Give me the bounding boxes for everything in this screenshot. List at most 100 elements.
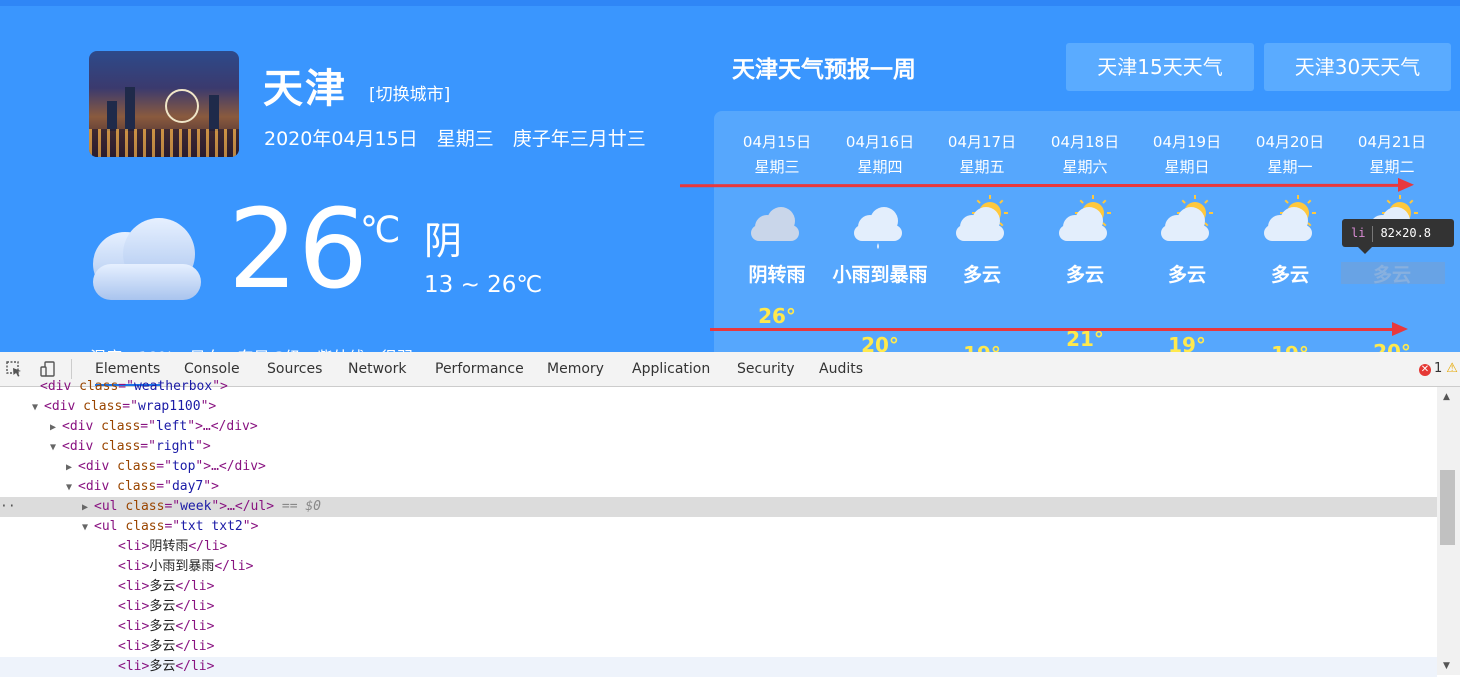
device-toolbar-icon[interactable] <box>40 361 56 377</box>
class-value: right <box>155 439 196 454</box>
forecast-high-temp: 19° <box>1250 342 1330 352</box>
dom-node-row[interactable]: <div class="weatherbox"> <box>0 377 1437 397</box>
forecast-condition: 小雨到暴雨 <box>832 264 928 286</box>
forecast-day: 04月21日 星期二 <box>1342 132 1442 177</box>
li-text: 小雨到暴雨 <box>149 559 215 574</box>
forecast-weekday: 星期五 <box>959 158 1005 176</box>
dom-node-row[interactable]: ▼ <div class="day7"> <box>0 477 1437 497</box>
tag-name: div <box>85 479 110 494</box>
forecast-30-day-button[interactable]: 天津30天天气 <box>1264 43 1451 91</box>
current-temperature: 26 <box>228 185 368 313</box>
error-count: 1 <box>1434 361 1443 376</box>
element-size-tooltip: li 82×20.8 <box>1342 219 1454 254</box>
city-photo <box>89 51 239 157</box>
forecast-high-temp: 19° <box>942 342 1022 352</box>
scrollbar-thumb[interactable] <box>1440 470 1455 545</box>
cloud-rain-icon <box>751 207 799 241</box>
error-counter[interactable]: ✕ 1 ⚠ <box>1419 361 1458 376</box>
dom-node-row[interactable]: <li>小雨到暴雨</li> <box>0 557 1437 577</box>
collapse-toggle-icon[interactable]: ▼ <box>50 438 62 458</box>
dom-node-row[interactable]: <li>多云</li> <box>0 617 1437 637</box>
tag-name: div <box>69 419 94 434</box>
current-condition: 阴 <box>424 219 463 263</box>
ferris-wheel-icon <box>165 89 199 123</box>
class-value: txt txt2 <box>180 519 243 534</box>
forecast-weekday: 星期三 <box>754 158 800 176</box>
tooltip-size: 82×20.8 <box>1380 226 1432 240</box>
class-value: week <box>180 499 212 514</box>
dom-node-row[interactable]: <li>多云</li> <box>0 577 1437 597</box>
tag-name: ul <box>101 519 118 534</box>
dom-node-row[interactable]: <li>阴转雨</li> <box>0 537 1437 557</box>
dom-node-row[interactable]: ▼ <ul class="txt txt2"> <box>0 517 1437 537</box>
forecast-condition: 多云 <box>1270 264 1309 286</box>
annotation-arrow <box>679 183 1401 188</box>
expand-toggle-icon[interactable]: ▶ <box>50 418 62 438</box>
weather-details: 湿度：19% 风向：东风 3级 紫外线：很弱 <box>90 344 413 352</box>
date-line: 2020年04月15日 星期三 庚子年三月廿三 <box>264 128 646 150</box>
forecast-weekday: 星期日 <box>1164 158 1210 176</box>
collapse-toggle-icon[interactable]: ▼ <box>66 478 78 498</box>
class-value: wrap1100 <box>137 399 201 414</box>
forecast-day: 04月19日 星期日 <box>1137 132 1237 177</box>
week-forecast-title: 天津天气预报一周 <box>732 57 916 83</box>
forecast-date: 04月15日 <box>742 133 812 151</box>
tag-name: div <box>69 439 94 454</box>
forecast-weekday: 星期二 <box>1369 158 1415 176</box>
top-bar <box>0 0 1460 6</box>
forecast-high-temp: 20° <box>1373 340 1411 352</box>
forecast-high-temp: 20° <box>861 333 899 352</box>
collapse-toggle-icon[interactable]: ▼ <box>82 518 94 538</box>
tag-name: div <box>85 459 110 474</box>
forecast-day: 04月15日 星期三 <box>727 132 827 177</box>
collapse-toggle-icon[interactable]: ▼ <box>32 398 44 418</box>
forecast-date: 04月16日 <box>845 133 915 151</box>
li-text: 多云 <box>149 659 176 674</box>
partly-cloudy-icon <box>1264 195 1316 241</box>
forecast-weekday: 星期四 <box>857 158 903 176</box>
dom-node-row[interactable]: <li>多云</li> <box>0 637 1437 657</box>
forecast-high-temp: 19° <box>1168 333 1206 352</box>
forecast-date: 04月20日 <box>1255 133 1325 151</box>
dom-node-row[interactable]: ▼ <div class="wrap1100"> <box>0 397 1437 417</box>
dom-node-row[interactable]: ▶ <div class="top">…</div> <box>0 457 1437 477</box>
rain-cloud-icon <box>854 207 902 249</box>
tag-name: ul <box>101 499 118 514</box>
forecast-day: 04月18日 星期六 <box>1035 132 1135 177</box>
dom-node-row[interactable]: ▼ <div class="right"> <box>0 437 1437 457</box>
inspected-element-highlight <box>1341 262 1445 284</box>
city-name: 天津 <box>263 66 347 112</box>
inspect-element-icon[interactable] <box>6 361 22 377</box>
forecast-date: 04月21日 <box>1357 133 1427 151</box>
forecast-high-temp: 26° <box>758 304 796 328</box>
annotation-arrow <box>710 322 1408 336</box>
tooltip-tag: li <box>1351 226 1366 240</box>
dom-node-row[interactable]: <li>多云</li> <box>0 597 1437 617</box>
forecast-15-day-button[interactable]: 天津15天天气 <box>1066 43 1254 91</box>
forecast-day: 04月20日 星期一 <box>1240 132 1340 177</box>
forecast-weekday: 星期一 <box>1267 158 1313 176</box>
dom-node-row[interactable]: ·· ▶ <ul class="week">…</ul> == $0 <box>0 497 1437 517</box>
li-text: 阴转雨 <box>149 539 189 554</box>
expand-toggle-icon[interactable]: ▶ <box>82 498 94 518</box>
cloud-icon <box>93 218 201 300</box>
class-value: left <box>155 419 188 434</box>
class-value: top <box>171 459 196 474</box>
elements-tree: <div class="weatherbox"> ▼ <div class="wra… <box>0 379 1437 677</box>
selected-marker: == $0 <box>274 499 322 514</box>
forecast-condition: 多云 <box>1065 264 1104 286</box>
dom-node-row[interactable]: ▶ <div class="left">…</div> <box>0 417 1437 437</box>
li-text: 多云 <box>149 599 176 614</box>
forecast-condition: 多云 <box>962 264 1001 286</box>
li-text: 多云 <box>149 579 176 594</box>
forecast-date: 04月17日 <box>947 133 1017 151</box>
forecast-day: 04月16日 星期四 <box>830 132 930 177</box>
forecast-date: 04月18日 <box>1050 133 1120 151</box>
switch-city-link[interactable]: [切换城市] <box>369 80 450 105</box>
partly-cloudy-icon <box>956 195 1008 241</box>
expand-toggle-icon[interactable]: ▶ <box>66 458 78 478</box>
elements-scrollbar[interactable]: ▲ ▼ <box>1437 387 1460 675</box>
dom-node-row[interactable]: <li>多云</li> <box>0 657 1437 677</box>
partly-cloudy-icon <box>1059 195 1111 241</box>
tag-name: div <box>47 379 72 394</box>
